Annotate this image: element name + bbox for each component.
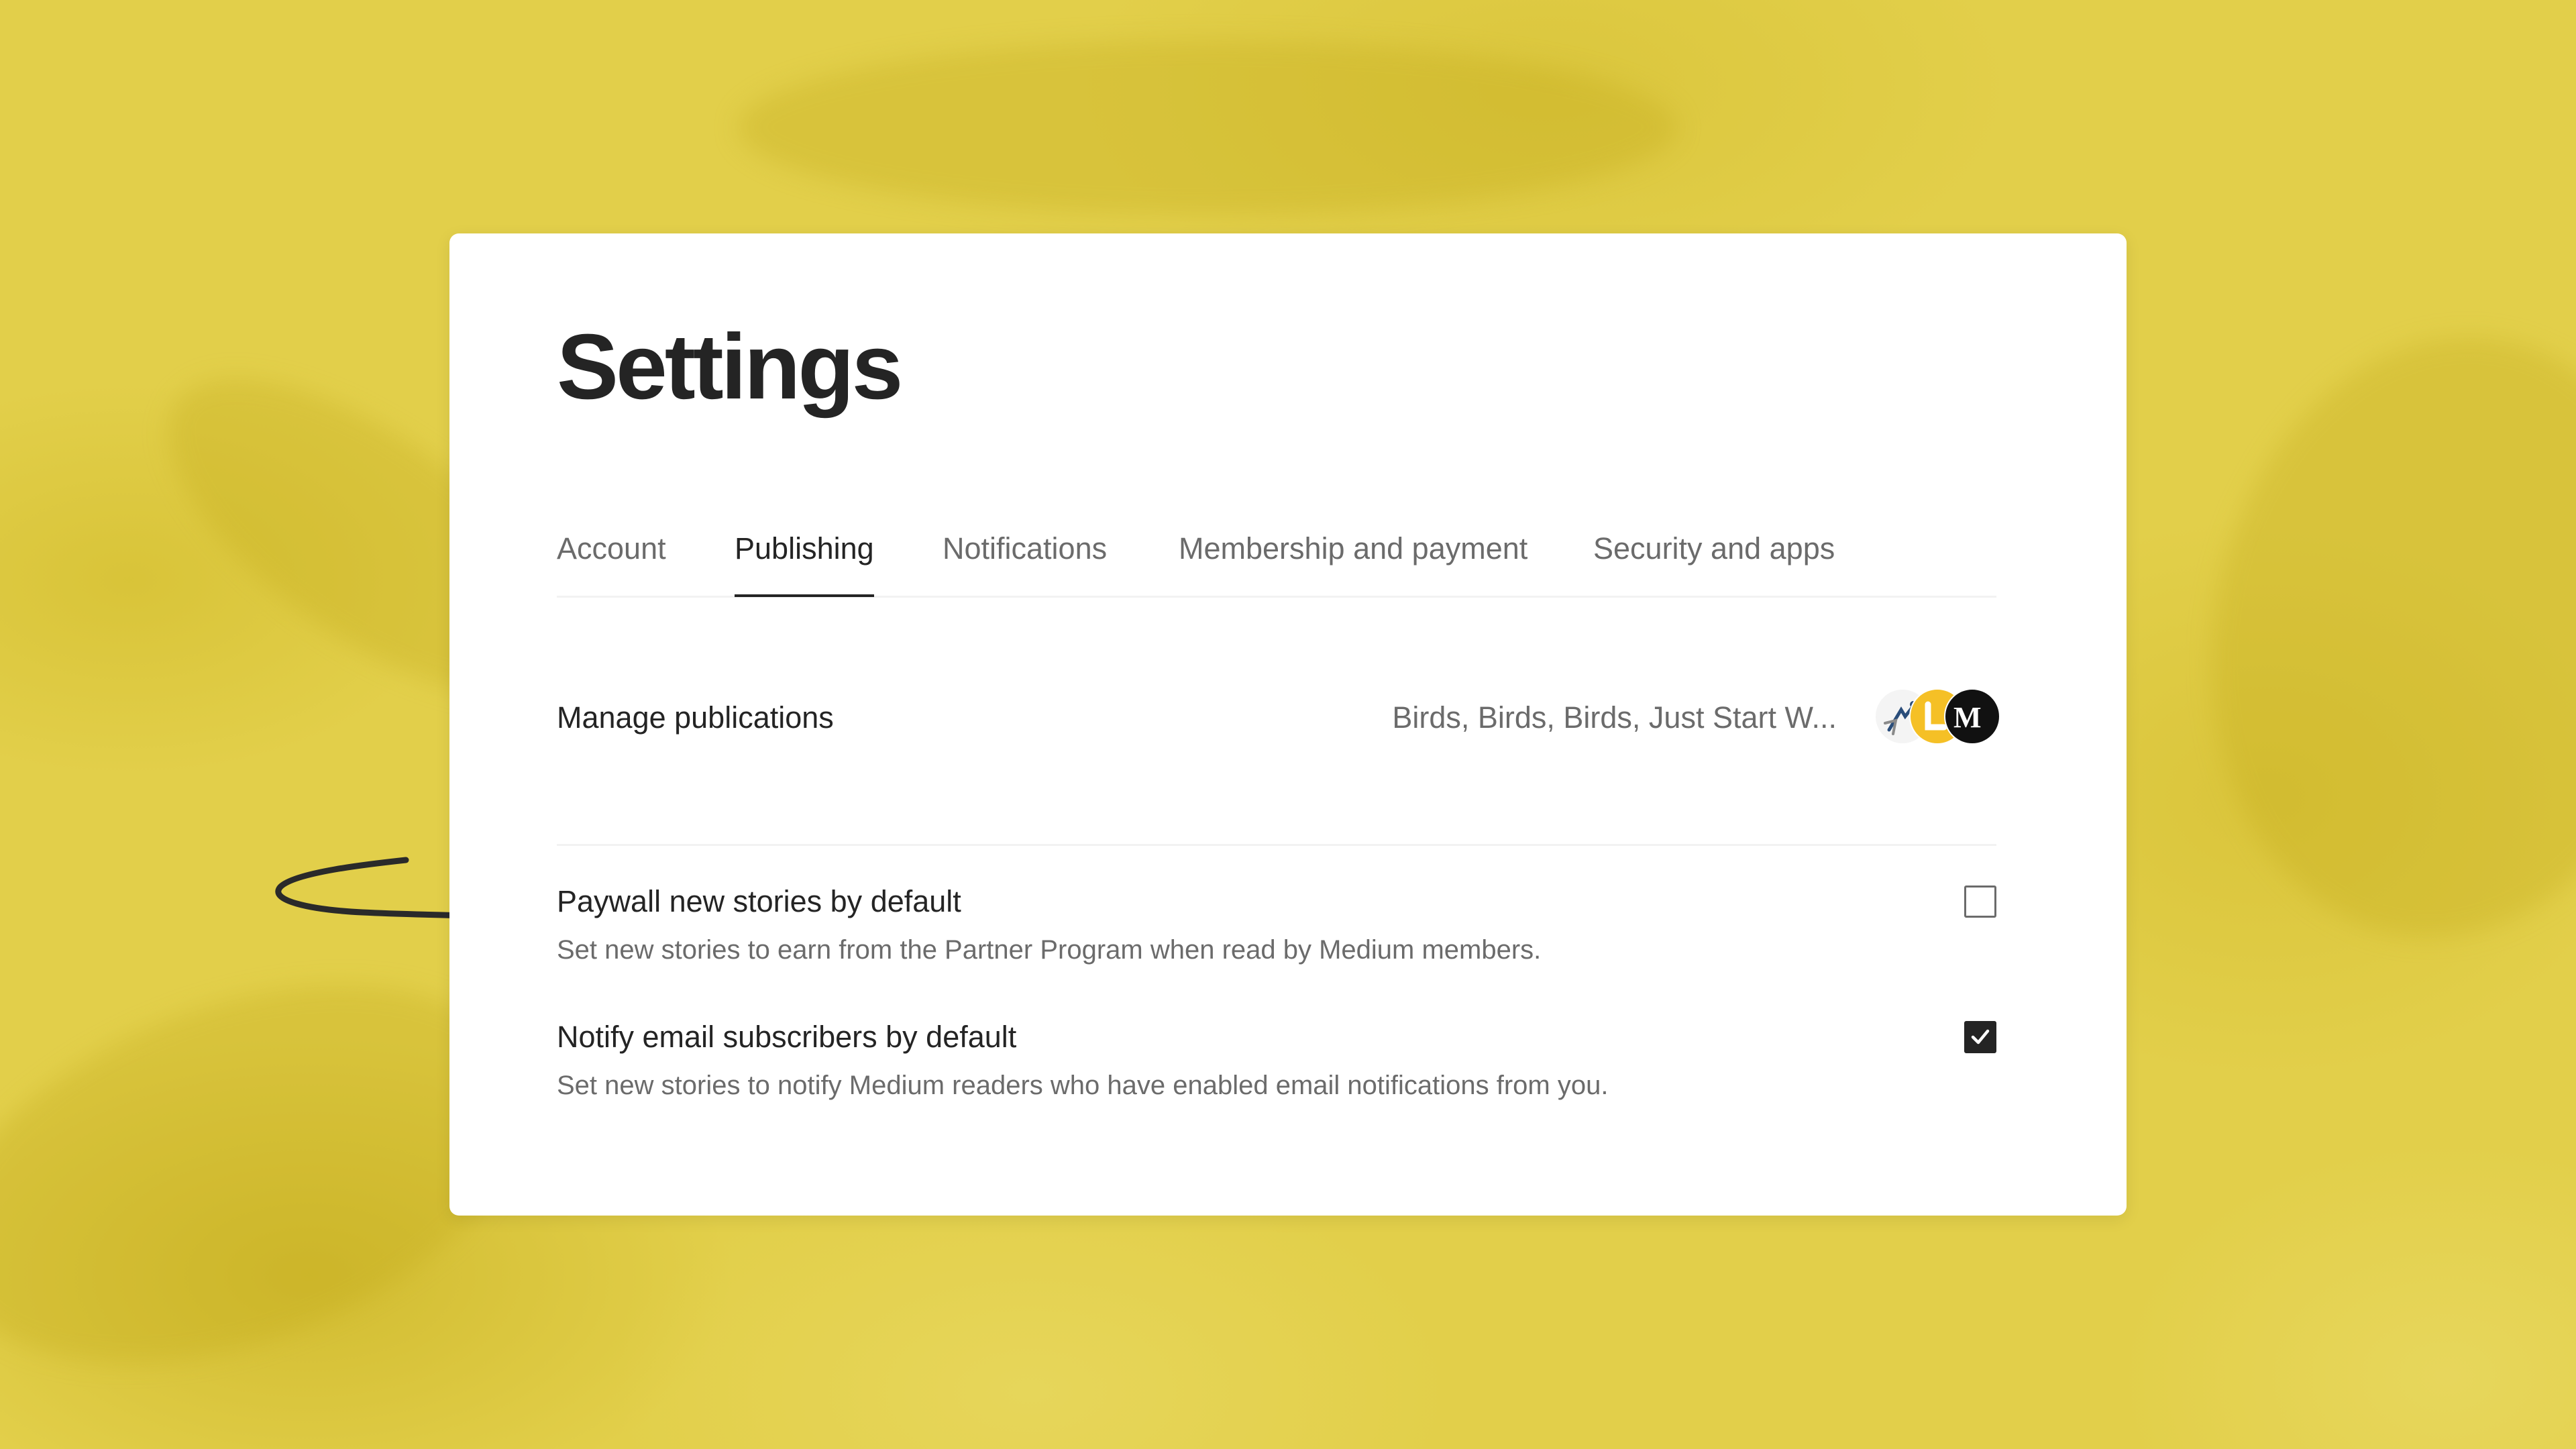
background-leaf-shadow (738, 40, 1677, 215)
manage-publications-label: Manage publications (557, 700, 834, 735)
checkmark-icon (1971, 1029, 1990, 1044)
tab-security-and-apps[interactable]: Security and apps (1593, 529, 1835, 596)
paywall-setting-label: Paywall new stories by default (557, 884, 961, 918)
tab-account[interactable]: Account (557, 529, 666, 596)
paywall-setting-description: Set new stories to earn from the Partner… (557, 935, 1542, 965)
svg-text:M: M (1953, 701, 1982, 734)
medium-publication-icon: M (1944, 688, 2000, 745)
background-leaf-shadow (2165, 299, 2576, 975)
page-title: Settings (557, 315, 903, 419)
settings-card: Settings Account Publishing Notification… (449, 233, 2127, 1216)
manage-publications-value: Birds, Birds, Birds, Just Start W... (1392, 700, 1837, 735)
notify-subscribers-checkbox[interactable] (1964, 1021, 1996, 1053)
tab-publishing[interactable]: Publishing (735, 529, 874, 597)
publication-avatars[interactable]: M (1874, 688, 2000, 745)
paywall-checkbox[interactable] (1964, 885, 1996, 918)
notify-subscribers-setting-description: Set new stories to notify Medium readers… (557, 1071, 1609, 1100)
manage-publications-row[interactable] (557, 649, 1996, 846)
tab-membership-and-payment[interactable]: Membership and payment (1179, 529, 1527, 596)
tab-notifications[interactable]: Notifications (943, 529, 1107, 596)
notify-subscribers-setting-row: Notify email subscribers by default Set … (557, 1020, 1996, 1120)
settings-tabs: Account Publishing Notifications Members… (557, 529, 1996, 598)
paywall-setting-row: Paywall new stories by default Set new s… (557, 884, 1996, 985)
notify-subscribers-setting-label: Notify email subscribers by default (557, 1020, 1017, 1054)
